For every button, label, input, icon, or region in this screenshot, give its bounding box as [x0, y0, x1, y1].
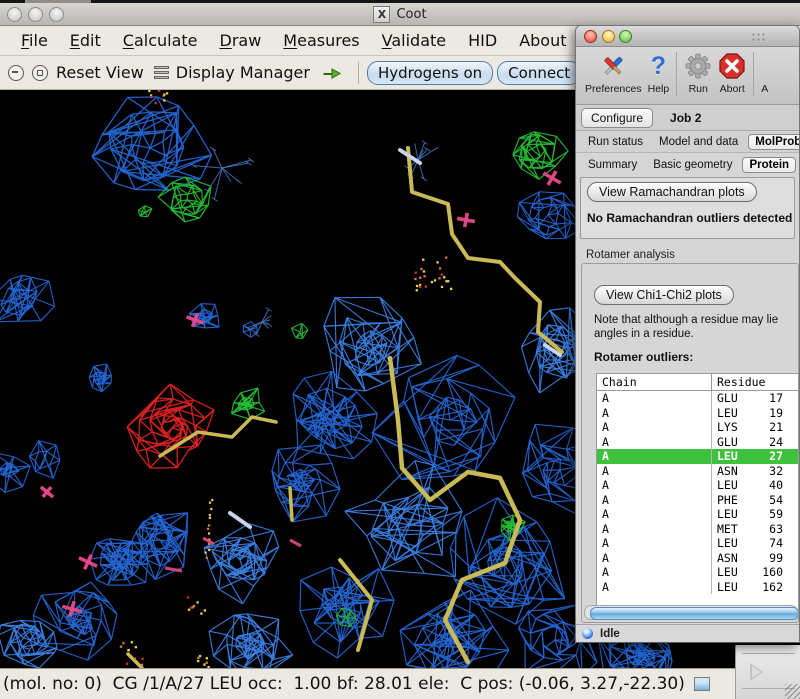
scrollbar-thumb[interactable]: [590, 607, 799, 620]
display-manager-button[interactable]: Display Manager: [176, 63, 310, 82]
table-row[interactable]: ALEU59: [597, 507, 799, 522]
gear-icon: [684, 50, 712, 82]
panel-divider: [742, 653, 795, 654]
job-tabs: Configure Job 2: [576, 105, 799, 131]
table-row[interactable]: ALEU74: [597, 536, 799, 551]
resize-grip[interactable]: [785, 684, 800, 699]
coordinates-statusbar: (mol. no: 0) CG /1/A/27 LEU occ: 1.00 bf…: [0, 668, 800, 699]
col-residue[interactable]: Residue: [717, 374, 765, 390]
tab-clashes[interactable]: Cl: [796, 158, 800, 172]
atom-info-text: (mol. no: 0) CG /1/A/27 LEU occ: 1.00 bf…: [3, 674, 685, 694]
table-row[interactable]: AASN99: [597, 551, 799, 566]
background-panel: [735, 645, 800, 699]
rotamer-frame-label: Rotamer analysis: [586, 249, 799, 261]
menu-about[interactable]: About: [508, 31, 577, 50]
go-arrow-icon[interactable]: [322, 65, 342, 80]
display-manager-icon: [154, 66, 169, 79]
tab-job2[interactable]: Job 2: [661, 109, 710, 127]
tab-protein[interactable]: Protein: [742, 157, 796, 173]
tab-basic-geometry[interactable]: Basic geometry: [647, 158, 738, 172]
reset-view-button[interactable]: Reset View: [56, 63, 144, 82]
preferences-button[interactable]: Preferences: [585, 50, 642, 95]
tab-molprobity[interactable]: MolProbity: [748, 134, 800, 150]
col-chain[interactable]: Chain: [597, 374, 711, 390]
rotamer-note: Note that although a residue may lie ang…: [594, 313, 798, 341]
table-row[interactable]: AASN32: [597, 464, 799, 479]
dialog-toolbar: Preferences ? Help Run: [576, 47, 799, 105]
dialog-close-button[interactable]: [584, 30, 597, 43]
menu-measures[interactable]: Measures: [272, 31, 370, 50]
help-button[interactable]: ? Help: [648, 50, 670, 95]
menu-validate[interactable]: Validate: [371, 31, 457, 50]
view-chi1-chi2-plots-button[interactable]: View Chi1-Chi2 plots: [594, 285, 734, 305]
dialog-zoom-button[interactable]: [619, 30, 632, 43]
table-row[interactable]: AGLU24: [597, 435, 799, 450]
rotamer-frame: View Chi1-Chi2 plots Note that although …: [581, 263, 799, 623]
titlebar-grip: [751, 32, 765, 41]
x11-icon: X: [373, 6, 390, 23]
dialog-statusbar: Idle: [576, 624, 799, 642]
connect-button[interactable]: Connect: [497, 61, 581, 85]
table-row[interactable]: ALEU160: [597, 565, 799, 580]
table-body[interactable]: AGLU17 ALEU19 ALYS21 AGLU24 ALEU27 AASN3…: [597, 391, 799, 609]
table-row[interactable]: ALYS21: [597, 420, 799, 435]
category-tabs: Summary Basic geometry Protein Cl: [576, 153, 799, 177]
view-ramachandran-plots-button[interactable]: View Ramachandran plots: [587, 182, 757, 202]
section-tabs: Run status Model and data MolProbity: [576, 131, 799, 153]
expander-triangle-icon[interactable]: [750, 663, 763, 681]
tab-configure[interactable]: Configure: [581, 108, 653, 128]
molprobity-dialog[interactable]: Preferences ? Help Run: [575, 25, 800, 643]
table-row[interactable]: AGLU17: [597, 391, 799, 406]
toolbar-separator: [358, 62, 359, 84]
toolbar-separator: [753, 52, 754, 96]
rotamer-outliers-table: Chain Residue AGLU17 ALEU19 ALYS21 AGLU2…: [596, 373, 799, 610]
toolbar-separator: [676, 52, 677, 96]
abort-button[interactable]: Abort: [718, 50, 746, 95]
window-title: Coot: [396, 7, 426, 22]
horizontal-scrollbar[interactable]: [584, 605, 798, 620]
zoom-out-icon[interactable]: [8, 65, 24, 81]
table-header[interactable]: Chain Residue: [597, 374, 799, 391]
status-orb-icon: [582, 628, 593, 639]
table-row[interactable]: AMET63: [597, 522, 799, 537]
abort-octagon-icon: [718, 50, 746, 82]
statusbar-chip: [694, 677, 710, 691]
tab-run-status[interactable]: Run status: [582, 135, 649, 149]
zoom-in-icon[interactable]: [32, 65, 48, 81]
coot-titlebar[interactable]: X Coot: [0, 3, 800, 26]
ramachandran-panel: View Ramachandran plots No Ramachandran …: [580, 177, 795, 239]
table-row[interactable]: APHE54: [597, 493, 799, 508]
extra-toolbar-button[interactable]: A: [761, 50, 768, 95]
rotamer-outliers-label: Rotamer outliers:: [594, 350, 798, 364]
menu-calculate[interactable]: Calculate: [112, 31, 209, 50]
ramachandran-message: No Ramachandran outliers detected: [587, 211, 794, 225]
screen: { "window": { "title": "Coot" }, "menu":…: [0, 0, 800, 699]
dialog-titlebar[interactable]: [576, 26, 799, 47]
table-row-selected[interactable]: ALEU27: [597, 449, 799, 464]
table-row[interactable]: ALEU40: [597, 478, 799, 493]
table-row[interactable]: ALEU162: [597, 580, 799, 595]
tab-summary[interactable]: Summary: [582, 158, 643, 172]
dialog-minimize-button[interactable]: [602, 30, 615, 43]
menu-draw[interactable]: Draw: [209, 31, 273, 50]
menu-file[interactable]: File: [10, 31, 59, 50]
hydrogens-toggle-button[interactable]: Hydrogens on: [367, 61, 493, 85]
run-button[interactable]: Run: [684, 50, 712, 95]
dialog-status-text: Idle: [600, 628, 620, 640]
tools-icon: [599, 50, 627, 82]
menu-edit[interactable]: Edit: [59, 31, 112, 50]
tab-model-and-data[interactable]: Model and data: [653, 135, 744, 149]
table-row[interactable]: ALEU19: [597, 406, 799, 421]
menu-hid[interactable]: HID: [457, 31, 508, 50]
help-icon: ?: [651, 50, 666, 82]
